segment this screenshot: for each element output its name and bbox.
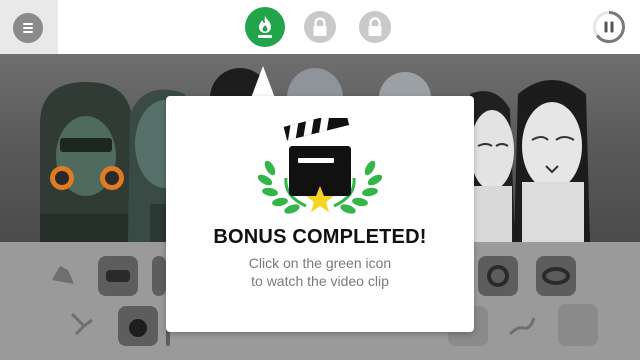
sound-slot[interactable] [558, 304, 598, 346]
popup-instruction-line-2: to watch the video clip [251, 273, 389, 289]
sound-slot[interactable] [152, 256, 166, 296]
bonus-button[interactable] [245, 7, 285, 47]
sound-slot[interactable] [64, 306, 98, 340]
sound-slot[interactable] [504, 308, 540, 344]
sound-slot[interactable] [98, 256, 138, 296]
clapperboard-laurel-star-icon [257, 118, 383, 214]
hamburger-menu-icon [23, 23, 33, 25]
sound-slot[interactable] [536, 256, 576, 296]
popup-title: BONUS COMPLETED! [213, 226, 427, 248]
sound-slot[interactable] [118, 306, 158, 346]
lock-icon [368, 17, 382, 36]
sound-icon [487, 265, 509, 287]
sound-icon [129, 319, 147, 337]
bonus-completed-popup: BONUS COMPLETED! Click on the green icon… [166, 96, 474, 332]
sound-slot[interactable] [46, 258, 80, 292]
pale-character-1 [470, 91, 515, 242]
pale-character-2 [514, 80, 590, 242]
sound-icon [70, 312, 93, 336]
lock-icon [313, 17, 327, 36]
sound-icon [52, 266, 74, 284]
pause-button[interactable] [592, 10, 626, 44]
sound-icon [542, 267, 570, 285]
popup-pointer [251, 66, 275, 98]
clapperboard [283, 118, 351, 196]
popup-instruction-line-1: Click on the green icon [248, 255, 392, 271]
sound-slot[interactable] [478, 256, 518, 296]
locked-bonus-button-1[interactable] [304, 11, 336, 43]
locked-bonus-button-2[interactable] [359, 11, 391, 43]
sound-icon [508, 317, 536, 336]
hooded-character [40, 82, 132, 242]
pause-icon [593, 11, 625, 43]
sound-icon [106, 270, 130, 282]
menu-button[interactable] [13, 13, 43, 43]
top-bar [0, 0, 640, 54]
flame-bonus-icon [258, 16, 272, 38]
